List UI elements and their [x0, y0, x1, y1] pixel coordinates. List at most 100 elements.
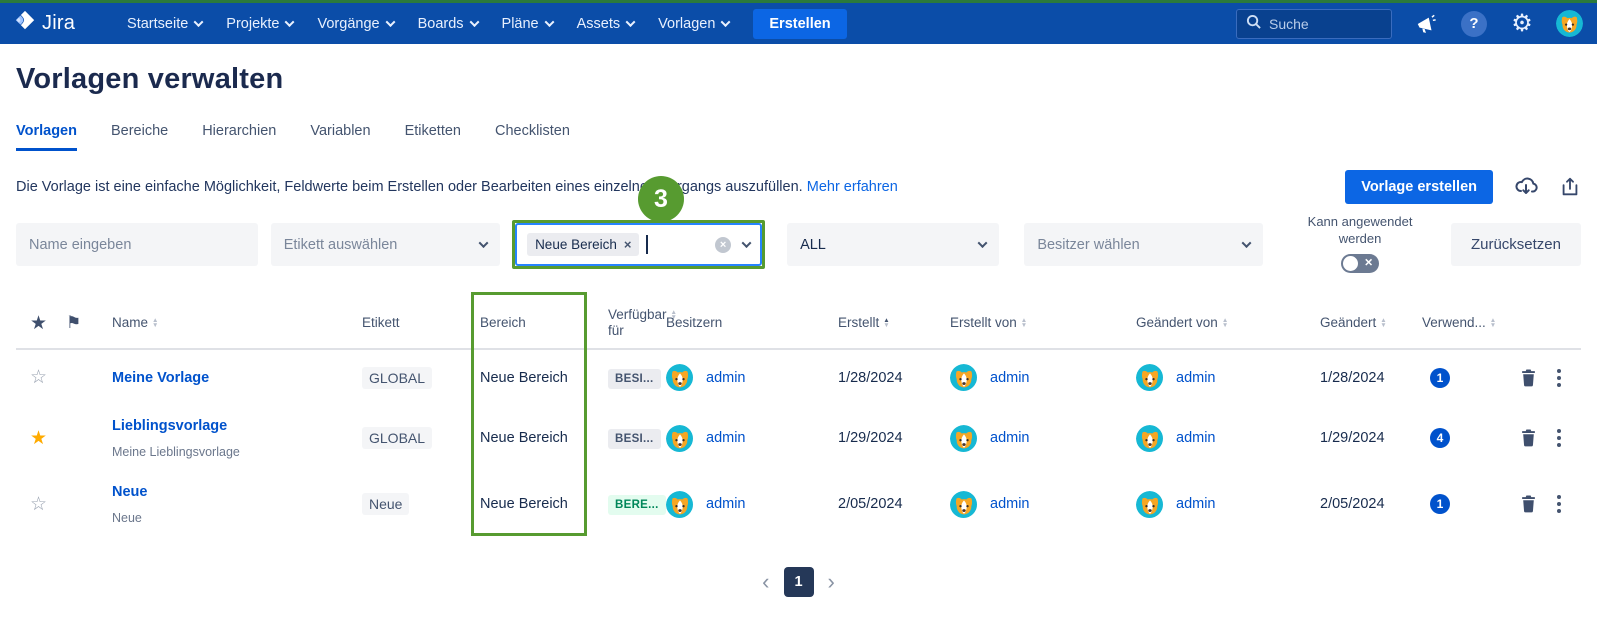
besitzer-cell: admin [666, 491, 838, 518]
verfuegbar-tag: BESI... [608, 429, 661, 449]
help-icon[interactable]: ? [1460, 10, 1488, 38]
create-template-button[interactable]: Vorlage erstellen [1345, 170, 1493, 204]
template-link[interactable]: Neue [112, 484, 362, 500]
more-options-kebab-icon[interactable] [1557, 495, 1561, 513]
chip-remove-icon[interactable]: × [624, 237, 632, 252]
text-caret [646, 235, 648, 254]
chevron-down-icon [469, 17, 479, 27]
user-link[interactable]: admin [990, 430, 1030, 446]
user-link[interactable]: admin [990, 496, 1030, 512]
nav-item-startseite[interactable]: Startseite [115, 3, 214, 44]
announcements-icon[interactable] [1412, 10, 1440, 38]
label-filter-select[interactable]: Etikett auswählen [271, 223, 500, 266]
applicable-toggle[interactable]: ✕ [1341, 254, 1379, 273]
chip-label: Neue Bereich [535, 237, 617, 252]
nav-item-label: Pläne [502, 16, 539, 32]
tab-bereiche[interactable]: Bereiche [111, 123, 168, 151]
table-row: ☆ Neue Neue Neue Neue Bereich BERE... ad… [16, 471, 1581, 537]
user-avatar [950, 364, 977, 391]
chevron-down-icon [544, 17, 554, 27]
applicable-toggle-block: Kann angewendet werden ✕ [1291, 213, 1429, 273]
sort-icon: ▲▼ [1380, 318, 1386, 328]
tab-etiketten[interactable]: Etiketten [405, 123, 461, 151]
tab-variablen[interactable]: Variablen [310, 123, 370, 151]
jira-logo[interactable]: Jira [14, 10, 75, 37]
column-header-etikett[interactable]: Etikett [362, 315, 480, 331]
page-content: Vorlagen verwalten Vorlagen Bereiche Hie… [0, 63, 1597, 597]
export-icon[interactable] [1559, 175, 1581, 199]
nav-item-assets[interactable]: Assets [565, 3, 647, 44]
favorite-star-icon[interactable]: ☆ [30, 493, 66, 516]
favorite-star-icon[interactable]: ★ [30, 427, 66, 450]
user-avatar[interactable] [1556, 10, 1583, 37]
global-search[interactable] [1236, 9, 1392, 39]
geaendert-von-cell: admin [1136, 364, 1320, 391]
label-filter-placeholder: Etikett auswählen [284, 237, 398, 253]
sort-icon: ▲▼ [152, 318, 158, 328]
nav-item-vorlagen[interactable]: Vorlagen [646, 3, 741, 44]
user-avatar [1136, 425, 1163, 452]
column-header-geaendert[interactable]: Geändert▲▼ [1320, 315, 1422, 331]
user-link[interactable]: admin [1176, 496, 1216, 512]
chevron-down-icon [385, 17, 395, 27]
column-header-geaendert-von[interactable]: Geändert von▲▼ [1136, 315, 1320, 331]
import-cloud-icon[interactable] [1513, 175, 1539, 199]
next-page-icon[interactable]: › [828, 571, 835, 593]
previous-page-icon[interactable]: ‹ [762, 571, 769, 593]
user-link[interactable]: admin [706, 430, 746, 446]
template-link[interactable]: Lieblingsvorlage [112, 418, 362, 434]
user-link[interactable]: admin [706, 496, 746, 512]
nav-item-boards[interactable]: Boards [406, 3, 490, 44]
current-page-button[interactable]: 1 [784, 567, 814, 597]
clear-selection-icon[interactable]: × [715, 237, 731, 253]
type-filter-select[interactable]: ALL [787, 223, 999, 266]
delete-trash-icon[interactable] [1520, 369, 1537, 387]
learn-more-link[interactable]: Mehr erfahren [807, 179, 898, 195]
bereich-filter-select[interactable]: Neue Bereich × × [515, 223, 762, 266]
chevron-down-icon [194, 17, 204, 27]
search-input[interactable] [1269, 16, 1379, 32]
user-link[interactable]: admin [990, 370, 1030, 386]
column-header-verwendet[interactable]: Verwend...▲▼ [1422, 315, 1514, 331]
name-filter [16, 223, 258, 266]
delete-trash-icon[interactable] [1520, 429, 1537, 447]
create-button[interactable]: Erstellen [753, 9, 846, 39]
tab-hierarchien[interactable]: Hierarchien [202, 123, 276, 151]
column-header-besitzern[interactable]: Besitzern [666, 315, 838, 331]
chevron-down-icon[interactable] [742, 238, 752, 248]
search-icon [1246, 14, 1261, 34]
nav-item-label: Assets [577, 16, 621, 32]
usage-count-badge: 4 [1430, 428, 1450, 448]
select-controls: × [715, 237, 750, 253]
user-link[interactable]: admin [1176, 430, 1216, 446]
erstellt-cell: 1/29/2024 [838, 430, 950, 446]
nav-item-projekte[interactable]: Projekte [214, 3, 305, 44]
user-avatar [1136, 364, 1163, 391]
question-mark-icon: ? [1461, 11, 1487, 37]
column-header-erstellt-von[interactable]: Erstellt von▲▼ [950, 315, 1136, 331]
table-row: ★ Lieblingsvorlage Meine Lieblingsvorlag… [16, 405, 1581, 471]
column-header-bereich[interactable]: Bereich [480, 315, 608, 331]
favorite-star-icon[interactable]: ☆ [30, 366, 66, 389]
erstellt-von-cell: admin [950, 364, 1136, 391]
tab-checklisten[interactable]: Checklisten [495, 123, 570, 151]
column-header-erstellt[interactable]: Erstellt▲▼ [838, 315, 950, 331]
user-avatar [1136, 491, 1163, 518]
delete-trash-icon[interactable] [1520, 495, 1537, 513]
user-link[interactable]: admin [1176, 370, 1216, 386]
nav-item-label: Startseite [127, 16, 188, 32]
more-options-kebab-icon[interactable] [1557, 429, 1561, 447]
column-header-name[interactable]: Name▲▼ [112, 315, 362, 331]
star-column-icon: ★ [30, 312, 66, 335]
nav-item-vorgaenge[interactable]: Vorgänge [305, 3, 405, 44]
nav-item-plaene[interactable]: Pläne [490, 3, 565, 44]
tab-vorlagen[interactable]: Vorlagen [16, 123, 77, 151]
column-header-verfuegbar[interactable]: Verfügbar für▲▼ [608, 307, 666, 339]
owner-filter-select[interactable]: Besitzer wählen [1024, 223, 1263, 266]
reset-filters-button[interactable]: Zurücksetzen [1451, 223, 1581, 266]
user-link[interactable]: admin [706, 370, 746, 386]
template-link[interactable]: Meine Vorlage [112, 370, 362, 386]
name-filter-input[interactable] [29, 237, 245, 253]
more-options-kebab-icon[interactable] [1557, 369, 1561, 387]
settings-gear-icon[interactable]: ⚙ [1508, 10, 1536, 38]
